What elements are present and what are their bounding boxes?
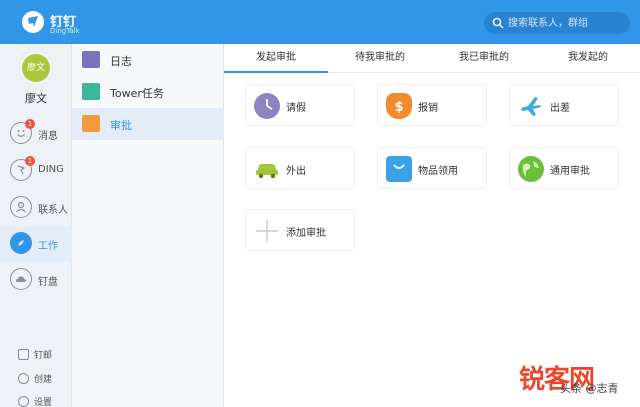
card-reimburse[interactable]: $ 报销 xyxy=(377,84,487,126)
app-logo: 钉钉 DingTalk xyxy=(22,9,122,37)
left-navigation: 廖文 廖文 1 消息 1 DING 联系人 工作 钉盘 钉邮 创建 设置 xyxy=(0,44,72,407)
card-general-approval[interactable]: 通用审批 xyxy=(509,147,619,189)
mail-icon xyxy=(18,349,29,360)
user-name: 廖文 xyxy=(25,92,47,105)
work-subnav: 日志 Tower任务 审批 xyxy=(72,44,224,407)
airplane-icon xyxy=(518,93,544,119)
nav-item-ding[interactable]: 1 DING xyxy=(0,153,72,189)
plus-icon xyxy=(254,218,280,244)
card-label: 出差 xyxy=(550,103,570,114)
notification-badge: 1 xyxy=(25,156,35,166)
card-business-trip[interactable]: 出差 xyxy=(509,84,619,126)
subnav-item-approval[interactable]: 审批 xyxy=(72,108,224,140)
card-label: 添加审批 xyxy=(286,228,326,239)
nav-item-messages[interactable]: 1 消息 xyxy=(0,116,72,152)
money-bag-icon: $ xyxy=(386,93,412,119)
nav-item-work[interactable]: 工作 xyxy=(0,226,72,262)
card-go-out[interactable]: 外出 xyxy=(245,147,355,189)
tab-approved[interactable]: 我已审批的 xyxy=(432,44,536,73)
compass-icon xyxy=(10,232,32,254)
nav-label: 设置 xyxy=(34,398,53,407)
nav-item-drive[interactable]: 钉盘 xyxy=(0,262,72,298)
search-box[interactable] xyxy=(484,12,630,34)
car-icon xyxy=(254,156,280,182)
nav-item-create[interactable]: 创建 xyxy=(18,371,72,387)
nav-label: 消息 xyxy=(38,131,58,142)
nav-item-contacts[interactable]: 联系人 xyxy=(0,190,72,226)
tab-initiate[interactable]: 发起审批 xyxy=(224,44,328,73)
approval-tabs: 发起审批 待我审批的 我已审批的 我发起的 xyxy=(224,44,640,73)
approval-icon xyxy=(82,115,100,132)
search-icon xyxy=(492,17,504,29)
tab-pending[interactable]: 待我审批的 xyxy=(328,44,432,73)
subnav-label: Tower任务 xyxy=(110,87,164,100)
log-icon xyxy=(82,51,100,68)
cloud-icon xyxy=(10,268,32,290)
nav-item-settings[interactable]: 设置 xyxy=(18,394,72,407)
card-label: 请假 xyxy=(286,103,306,114)
subnav-item-log[interactable]: 日志 xyxy=(72,44,224,76)
globe-icon xyxy=(518,156,544,182)
card-add-approval[interactable]: 添加审批 xyxy=(245,209,355,251)
search-input[interactable] xyxy=(508,14,624,32)
nav-label: 工作 xyxy=(38,241,58,252)
gear-icon xyxy=(18,396,29,407)
shopping-bag-icon xyxy=(386,156,412,182)
dingtalk-logo-icon xyxy=(22,11,44,33)
tab-my-initiated[interactable]: 我发起的 xyxy=(536,44,640,73)
clock-icon xyxy=(254,93,280,119)
svg-text:$: $ xyxy=(394,100,403,115)
nav-label: 创建 xyxy=(34,375,53,385)
nav-label: 联系人 xyxy=(38,205,68,216)
card-item-requisition[interactable]: 物品领用 xyxy=(377,147,487,189)
nav-item-mail[interactable]: 钉邮 xyxy=(18,347,72,363)
card-label: 报销 xyxy=(418,103,438,114)
nav-label: 钉邮 xyxy=(34,351,53,361)
subnav-label: 日志 xyxy=(110,55,132,68)
card-label: 外出 xyxy=(286,166,306,177)
card-label: 通用审批 xyxy=(550,166,590,177)
contact-icon xyxy=(10,196,32,218)
app-header: 钉钉 DingTalk xyxy=(0,0,640,44)
subnav-label: 审批 xyxy=(110,119,132,132)
app-subtitle: DingTalk xyxy=(50,27,80,35)
nav-label: DING xyxy=(38,164,64,175)
subnav-item-tower[interactable]: Tower任务 xyxy=(72,76,224,108)
watermark-author: 头条 @志青 xyxy=(560,382,619,395)
nav-label: 钉盘 xyxy=(38,277,58,288)
approval-main: 发起审批 待我审批的 我已审批的 我发起的 请假 $ 报销 出差 外出 物品领用 xyxy=(224,44,640,407)
notification-badge: 1 xyxy=(25,119,35,129)
checkmark-icon xyxy=(82,83,100,100)
card-leave[interactable]: 请假 xyxy=(245,84,355,126)
avatar[interactable]: 廖文 xyxy=(22,54,50,82)
plus-circle-icon xyxy=(18,373,29,384)
card-label: 物品领用 xyxy=(418,166,458,177)
